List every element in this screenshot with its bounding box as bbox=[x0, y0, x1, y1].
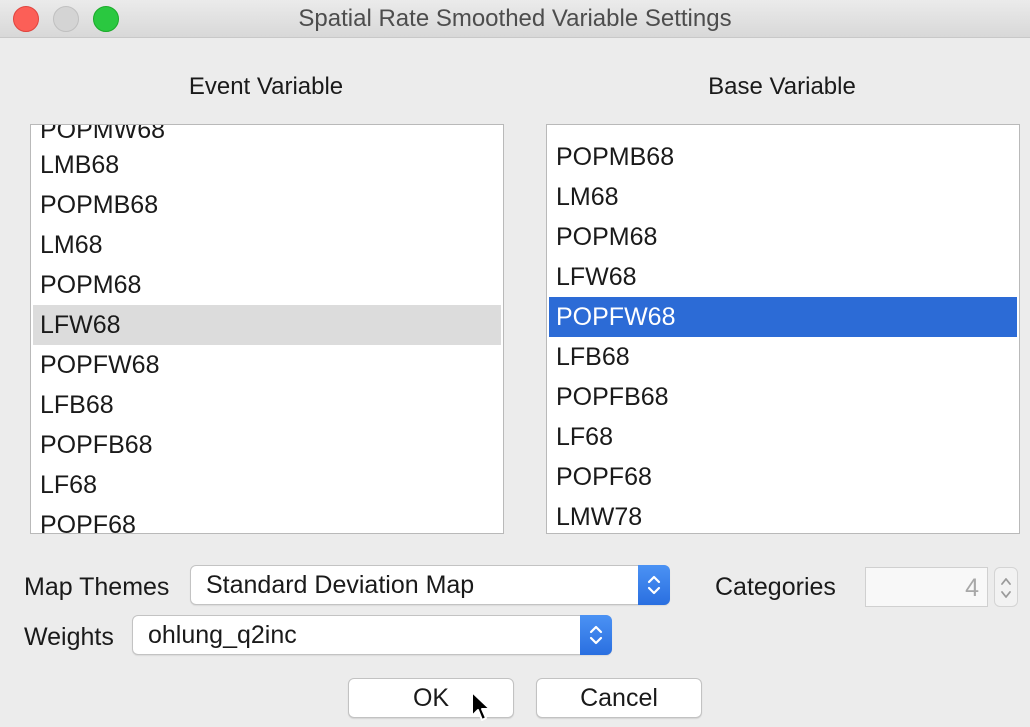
list-item[interactable]: LF68 bbox=[549, 417, 1017, 457]
weights-label: Weights bbox=[24, 623, 114, 651]
categories-value: 4 bbox=[965, 574, 979, 602]
chevron-updown-icon bbox=[580, 615, 612, 655]
title-bar: Spatial Rate Smoothed Variable Settings bbox=[0, 0, 1030, 38]
list-item[interactable]: POPFB68 bbox=[549, 377, 1017, 417]
weights-select[interactable]: ohlung_q2inc bbox=[132, 615, 612, 655]
list-item-selected[interactable]: POPFW68 bbox=[549, 297, 1017, 337]
chevron-updown-icon bbox=[638, 565, 670, 605]
categories-label: Categories bbox=[715, 573, 836, 601]
window-title: Spatial Rate Smoothed Variable Settings bbox=[298, 5, 732, 32]
list-item[interactable]: POPF68 bbox=[549, 457, 1017, 497]
list-item[interactable]: POPMB68 bbox=[549, 137, 1017, 177]
weights-value: ohlung_q2inc bbox=[148, 621, 297, 649]
event-variable-list[interactable]: POPMW68 LMB68 POPMB68 LM68 POPM68 LFW68 … bbox=[30, 124, 504, 534]
base-variable-list[interactable]: POPMB68 LM68 POPM68 LFW68 POPFW68 LFB68 … bbox=[546, 124, 1020, 534]
list-item[interactable]: POPM68 bbox=[33, 265, 501, 305]
list-item[interactable]: LFB68 bbox=[549, 337, 1017, 377]
list-item[interactable]: LMW78 bbox=[549, 497, 1017, 533]
list-item[interactable]: POPFW68 bbox=[33, 345, 501, 385]
list-item[interactable]: POPM68 bbox=[549, 217, 1017, 257]
map-themes-value: Standard Deviation Map bbox=[206, 571, 475, 599]
categories-field[interactable]: 4 bbox=[865, 567, 988, 607]
list-item[interactable]: LFW68 bbox=[549, 257, 1017, 297]
base-variable-heading: Base Variable bbox=[708, 73, 856, 100]
map-themes-label: Map Themes bbox=[24, 573, 170, 601]
stepper-arrows-icon bbox=[1001, 578, 1011, 598]
list-item[interactable]: POPFB68 bbox=[33, 425, 501, 465]
categories-stepper[interactable] bbox=[994, 567, 1018, 607]
list-item[interactable]: LM68 bbox=[549, 177, 1017, 217]
map-themes-select[interactable]: Standard Deviation Map bbox=[190, 565, 670, 605]
cancel-button[interactable]: Cancel bbox=[536, 678, 702, 718]
event-variable-heading: Event Variable bbox=[188, 73, 344, 100]
list-item-selected[interactable]: LFW68 bbox=[33, 305, 501, 345]
list-item[interactable]: LFB68 bbox=[33, 385, 501, 425]
list-item[interactable]: LF68 bbox=[33, 465, 501, 505]
mouse-pointer-icon bbox=[471, 691, 491, 721]
list-item[interactable]: LM68 bbox=[33, 225, 501, 265]
list-item[interactable]: POPMB68 bbox=[33, 185, 501, 225]
list-item[interactable]: LMB68 bbox=[33, 145, 501, 185]
list-item[interactable]: POPF68 bbox=[33, 505, 501, 533]
